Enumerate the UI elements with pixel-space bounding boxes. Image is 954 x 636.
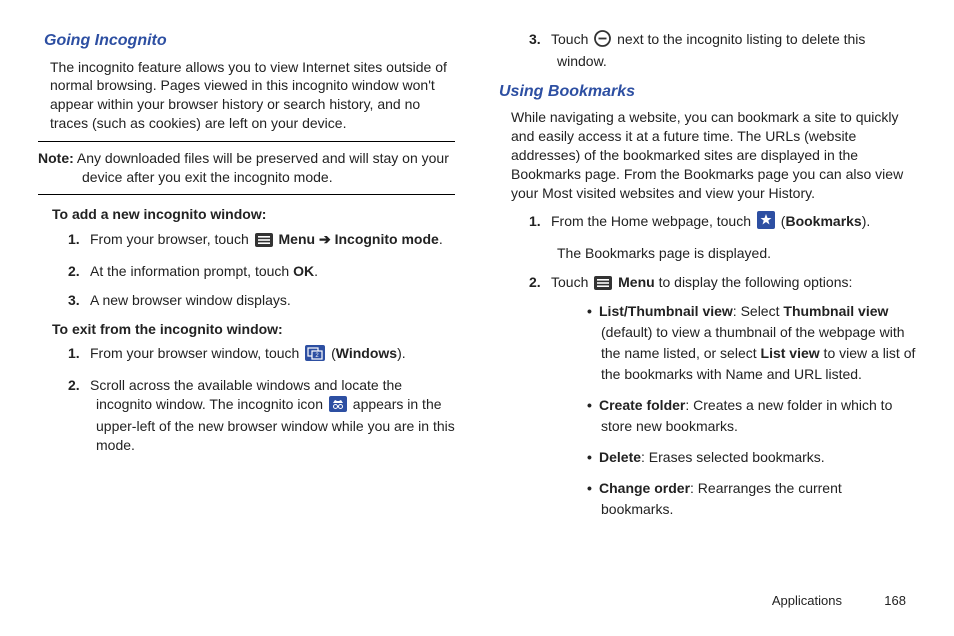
incognito-mode-label: Incognito mode: [335, 231, 439, 247]
windows-label: Windows: [336, 345, 397, 361]
list-item: •Create folder: Creates a new folder in …: [587, 395, 916, 437]
list-add-incognito: 1.From your browser, touch Menu ➔ Incogn…: [68, 230, 455, 310]
step-number: 2.: [68, 376, 90, 395]
step-text: A new browser window displays.: [90, 292, 291, 308]
menu-icon: [255, 233, 273, 252]
list-item: 1.From your browser window, touch 2 (Win…: [68, 344, 455, 366]
windows-icon: 2: [305, 345, 325, 366]
menu-label: Menu: [618, 274, 655, 290]
step-number: 1.: [68, 344, 90, 363]
bullet-icon: •: [587, 395, 599, 416]
step-text: ).: [397, 345, 406, 361]
step-number: 3.: [68, 291, 90, 310]
step-text: From your browser, touch: [90, 231, 253, 247]
menu-label: Menu: [279, 231, 316, 247]
step-text: (: [327, 345, 336, 361]
step-number: 2.: [529, 273, 551, 292]
bullet-icon: •: [587, 447, 599, 468]
bookmarks-icon: [757, 211, 775, 234]
list-item: •Delete: Erases selected bookmarks.: [587, 447, 916, 468]
list-bookmarks: 1.From the Home webpage, touch (Bookmark…: [529, 211, 916, 234]
step-text: From the Home webpage, touch: [551, 213, 755, 229]
option-name: Create folder: [599, 397, 685, 413]
option-text: : Erases selected bookmarks.: [641, 449, 825, 465]
option-name: List/Thumbnail view: [599, 303, 733, 319]
step-text: Touch: [551, 31, 592, 47]
ok-label: OK: [293, 263, 314, 279]
step-text: From your browser window, touch: [90, 345, 303, 361]
heading-going-incognito: Going Incognito: [44, 30, 455, 52]
list-item: •List/Thumbnail view: Select Thumbnail v…: [587, 301, 916, 385]
step-text: to display the following options:: [655, 274, 853, 290]
bullet-icon: •: [587, 301, 599, 322]
option-name: Delete: [599, 449, 641, 465]
list-bookmarks-2: 2.Touch Menu to display the following op…: [529, 273, 916, 520]
option-name: Change order: [599, 480, 690, 496]
page-footer: Applications 168: [38, 592, 916, 610]
incognito-icon: [329, 396, 347, 417]
step-number: 2.: [68, 262, 90, 281]
bullet-icon: •: [587, 478, 599, 499]
list-item: 1.From the Home webpage, touch (Bookmark…: [529, 211, 916, 234]
bookmarks-page-displayed: The Bookmarks page is displayed.: [557, 244, 916, 263]
list-item: •Change order: Rearranges the current bo…: [587, 478, 916, 520]
list-exit-incognito: 1.From your browser window, touch 2 (Win…: [68, 344, 455, 454]
thumbnail-view-label: Thumbnail view: [783, 303, 888, 319]
menu-options-list: •List/Thumbnail view: Select Thumbnail v…: [587, 301, 916, 520]
bookmarks-intro: While navigating a website, you can book…: [511, 108, 916, 202]
list-item: 3.A new browser window displays.: [68, 291, 455, 310]
arrow-icon: ➔: [315, 231, 335, 247]
list-item: 2.At the information prompt, touch OK.: [68, 262, 455, 281]
subhead-add-incognito: To add a new incognito window:: [52, 205, 455, 224]
list-item: 1.From your browser, touch Menu ➔ Incogn…: [68, 230, 455, 252]
note-block: Note: Any downloaded files will be prese…: [38, 141, 455, 195]
step-text: .: [314, 263, 318, 279]
page-number: 168: [866, 592, 906, 610]
step-text: ).: [862, 213, 871, 229]
incognito-intro: The incognito feature allows you to view…: [50, 58, 455, 134]
step-text: At the information prompt, touch: [90, 263, 293, 279]
list-item: 3.Touch next to the incognito listing to…: [529, 30, 916, 71]
list-exit-incognito-cont: 3.Touch next to the incognito listing to…: [529, 30, 916, 71]
step-text: Touch: [551, 274, 592, 290]
step-number: 3.: [529, 30, 551, 49]
note-text: Any downloaded files will be preserved a…: [74, 150, 449, 185]
step-number: 1.: [68, 230, 90, 249]
left-column: Going Incognito The incognito feature al…: [38, 30, 455, 590]
subhead-exit-incognito: To exit from the incognito window:: [52, 320, 455, 339]
menu-icon: [594, 276, 612, 295]
list-view-label: List view: [761, 345, 820, 361]
heading-using-bookmarks: Using Bookmarks: [499, 81, 916, 103]
note-label: Note:: [38, 150, 74, 166]
page-columns: Going Incognito The incognito feature al…: [38, 30, 916, 590]
step-number: 1.: [529, 212, 551, 231]
bookmarks-label: Bookmarks: [785, 213, 861, 229]
list-item: 2.Scroll across the available windows an…: [68, 376, 455, 455]
list-item: 2.Touch Menu to display the following op…: [529, 273, 916, 520]
footer-section: Applications: [772, 593, 842, 608]
option-text: : Select: [733, 303, 784, 319]
right-column: 3.Touch next to the incognito listing to…: [499, 30, 916, 590]
minus-circle-icon: [594, 30, 611, 52]
step-text: .: [439, 231, 443, 247]
